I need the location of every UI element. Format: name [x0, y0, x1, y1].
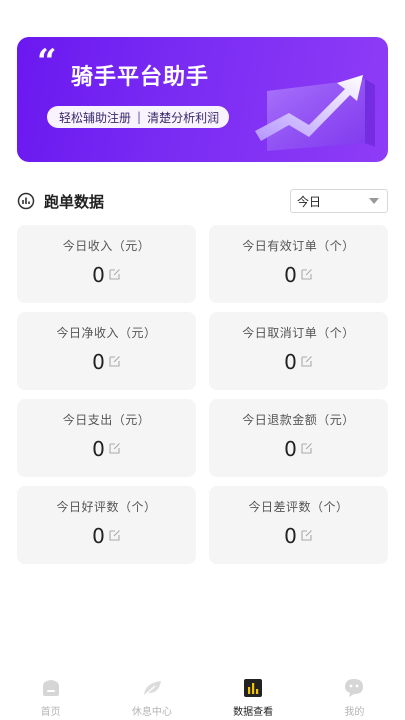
stat-value: 0 [284, 437, 297, 461]
stat-card-cancelled-orders: 今日取消订单（个） 0 [209, 312, 388, 390]
banner-subtitle-separator: | [137, 110, 142, 124]
banner-subtitle-right: 清楚分析利润 [147, 110, 220, 125]
nav-item-mine[interactable]: 我的 [304, 670, 405, 720]
chat-bubble-icon [345, 679, 364, 697]
date-range-select[interactable]: 今日 [290, 189, 388, 213]
nav-item-home[interactable]: 首页 [0, 670, 101, 720]
nav-item-data-view[interactable]: 数据查看 [203, 670, 304, 720]
stat-label: 今日有效订单（个） [242, 239, 355, 253]
leaf-icon [142, 681, 161, 698]
home-icon [42, 680, 59, 696]
stat-card-negative-reviews: 今日差评数（个） 0 [209, 486, 388, 564]
edit-icon[interactable] [301, 355, 313, 367]
stat-label: 今日支出（元） [62, 413, 151, 427]
chart-circle-icon [17, 192, 35, 210]
stat-value: 0 [284, 524, 297, 548]
stat-card-income: 今日收入（元） 0 [17, 225, 196, 303]
promo-banner[interactable]: “ 骑手平台助手 轻松辅助注册 | 清楚分析利润 [17, 37, 388, 162]
edit-icon[interactable] [301, 529, 313, 541]
stat-label: 今日差评数（个） [248, 500, 349, 514]
banner-subtitle-pill: 轻松辅助注册 | 清楚分析利润 [47, 106, 230, 128]
stat-label: 今日净收入（元） [56, 326, 157, 340]
bottom-nav: 首页 休息中心 数据查看 我的 [0, 670, 405, 720]
caret-down-icon [369, 198, 379, 204]
stat-card-positive-reviews: 今日好评数（个） 0 [17, 486, 196, 564]
date-range-value: 今日 [297, 194, 322, 209]
edit-icon[interactable] [109, 268, 121, 280]
banner-subtitle-left: 轻松辅助注册 [59, 110, 132, 125]
nav-item-rest-center[interactable]: 休息中心 [101, 670, 202, 720]
stat-card-expense: 今日支出（元） 0 [17, 399, 196, 477]
edit-icon[interactable] [109, 355, 121, 367]
growth-arrow-illustration [255, 75, 375, 151]
edit-icon[interactable] [301, 442, 313, 454]
stats-grid: 今日收入（元） 0 今日有效订单（个） 0 今日净收入（元） 0 今日取消订单（… [17, 225, 388, 564]
stat-card-net-income: 今日净收入（元） 0 [17, 312, 196, 390]
stat-value: 0 [92, 263, 105, 287]
bar-chart-icon [244, 679, 263, 697]
nav-label: 首页 [40, 707, 61, 718]
stat-card-valid-orders: 今日有效订单（个） 0 [209, 225, 388, 303]
stat-label: 今日好评数（个） [56, 500, 157, 514]
stat-value: 0 [92, 437, 105, 461]
stat-value: 0 [284, 263, 297, 287]
section-header: 跑单数据 今日 [17, 188, 388, 214]
stat-value: 0 [284, 350, 297, 374]
nav-label: 休息中心 [131, 707, 172, 718]
stat-label: 今日退款金额（元） [242, 413, 355, 427]
stat-value: 0 [92, 350, 105, 374]
stat-card-refund-amount: 今日退款金额（元） 0 [209, 399, 388, 477]
edit-icon[interactable] [301, 268, 313, 280]
nav-label: 我的 [344, 707, 365, 718]
stat-label: 今日取消订单（个） [242, 326, 355, 340]
stat-value: 0 [92, 524, 105, 548]
banner-quote-mark: “ [37, 42, 57, 82]
data-screen: “ 骑手平台助手 轻松辅助注册 | 清楚分析利润 跑单数据 今日 今日收入（元）… [0, 0, 405, 720]
edit-icon[interactable] [109, 529, 121, 541]
banner-title: 骑手平台助手 [71, 65, 210, 90]
section-title: 跑单数据 [44, 192, 105, 211]
edit-icon[interactable] [109, 442, 121, 454]
nav-label: 数据查看 [233, 707, 274, 718]
stat-label: 今日收入（元） [62, 239, 151, 253]
